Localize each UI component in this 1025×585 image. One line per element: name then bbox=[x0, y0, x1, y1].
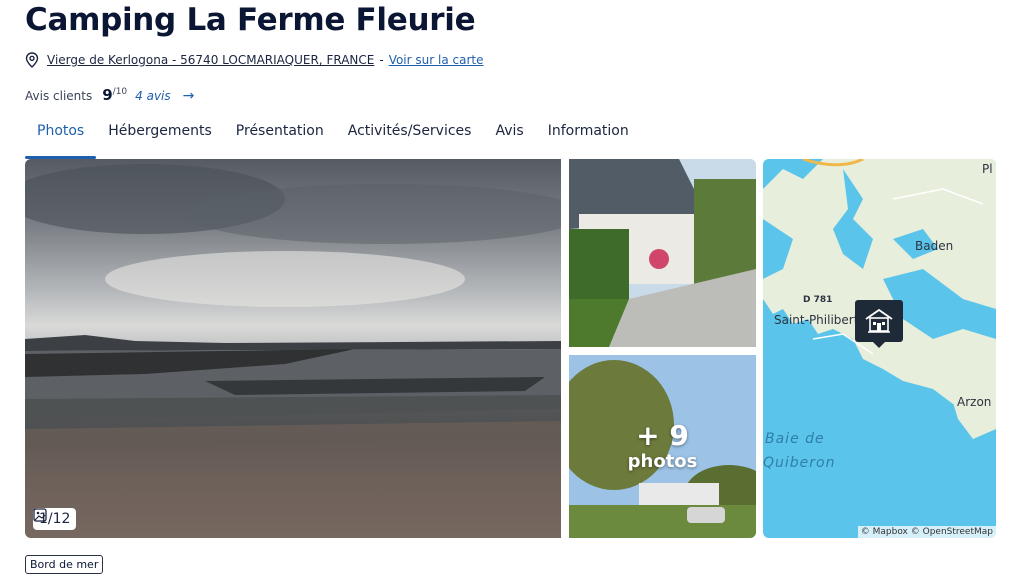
more-photos-label: photos bbox=[627, 451, 698, 472]
beach-photo-art bbox=[25, 164, 561, 538]
map-label-baie: Baie de bbox=[765, 431, 825, 447]
tab-hebergements[interactable]: Hébergements bbox=[96, 118, 224, 158]
rating-label: Avis clients bbox=[25, 89, 93, 103]
map-attribution[interactable]: © Mapbox © OpenStreetMap bbox=[857, 526, 996, 538]
tab-bar: Photos Hébergements Présentation Activit… bbox=[25, 118, 641, 159]
chalet-photo-art bbox=[569, 159, 756, 347]
map-label-d781: D 781 bbox=[803, 295, 833, 305]
map-pin-outline-icon bbox=[25, 52, 39, 68]
page-title: Camping La Ferme Fleurie bbox=[25, 2, 476, 38]
more-photos-count: + 9 bbox=[636, 419, 689, 452]
campsite-house-icon bbox=[865, 308, 893, 333]
tab-activites-services[interactable]: Activités/Services bbox=[336, 118, 484, 158]
map-label-baden: Baden bbox=[915, 239, 954, 253]
location-map[interactable]: Pl Baden D 781 Saint-Philibert Arzon Bai… bbox=[763, 159, 996, 538]
tab-information[interactable]: Information bbox=[536, 118, 641, 158]
map-label-pl: Pl bbox=[982, 162, 993, 176]
address-link[interactable]: Vierge de Kerlogona - 56740 LOCMARIAQUER… bbox=[47, 53, 374, 67]
tab-photos[interactable]: Photos bbox=[25, 118, 97, 159]
tab-avis[interactable]: Avis bbox=[483, 118, 535, 158]
photo-counter[interactable]: 1/12 bbox=[33, 508, 77, 530]
map-land-art bbox=[763, 159, 996, 439]
map-label-arzon: Arzon bbox=[957, 395, 992, 409]
rating-score: 9 bbox=[102, 86, 113, 104]
tag-bord-de-mer[interactable]: Bord de mer bbox=[25, 555, 104, 574]
map-label-saint-philibert: Saint-Philibert bbox=[774, 313, 859, 327]
more-photos-overlay[interactable]: + 9 photos bbox=[569, 355, 756, 538]
thumbnail-photo-more[interactable]: + 9 photos bbox=[569, 355, 756, 538]
reviews-link[interactable]: 4 avis bbox=[135, 89, 171, 103]
tab-presentation[interactable]: Présentation bbox=[224, 118, 336, 158]
thumbnail-photo-1[interactable] bbox=[569, 159, 756, 347]
main-photo[interactable]: 1/12 bbox=[25, 159, 561, 538]
map-label-quiberon: Quiberon bbox=[763, 455, 836, 471]
rating-out-of: /10 bbox=[112, 87, 128, 97]
campsite-pin[interactable] bbox=[855, 300, 903, 348]
view-on-map-link[interactable]: Voir sur la carte bbox=[389, 53, 484, 67]
rating-row: Avis clients 9 /10 4 avis → bbox=[25, 86, 194, 104]
address-separator: - bbox=[379, 53, 384, 67]
address-row: Vierge de Kerlogona - 56740 LOCMARIAQUER… bbox=[25, 52, 483, 68]
image-icon bbox=[33, 508, 47, 522]
arrow-right-icon[interactable]: → bbox=[183, 88, 195, 104]
